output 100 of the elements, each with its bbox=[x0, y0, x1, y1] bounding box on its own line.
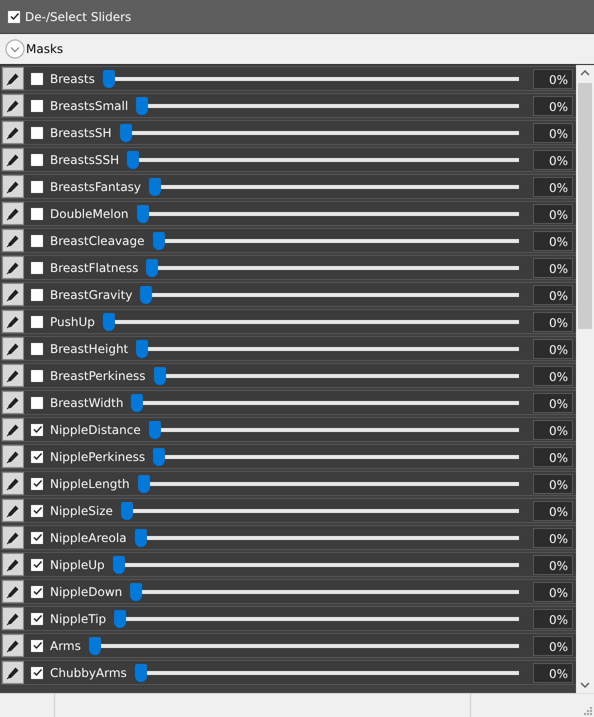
slider-track[interactable] bbox=[102, 68, 519, 88]
checkbox[interactable] bbox=[31, 532, 43, 544]
slider-track[interactable] bbox=[140, 284, 519, 304]
checkbox[interactable] bbox=[31, 558, 43, 570]
value-field[interactable]: 0% bbox=[533, 392, 573, 412]
slider-thumb[interactable] bbox=[127, 150, 140, 168]
checkbox[interactable] bbox=[31, 370, 43, 382]
slider-thumb[interactable] bbox=[140, 286, 152, 304]
scroll-thumb[interactable] bbox=[578, 83, 592, 329]
slider-track[interactable] bbox=[130, 582, 519, 602]
slider-track[interactable] bbox=[154, 366, 519, 386]
slider-track[interactable] bbox=[136, 204, 519, 224]
edit-button[interactable] bbox=[2, 499, 24, 522]
chevron-icon[interactable] bbox=[5, 39, 25, 59]
edit-button[interactable] bbox=[2, 472, 24, 495]
value-field[interactable]: 0% bbox=[533, 122, 573, 142]
edit-button[interactable] bbox=[2, 310, 24, 333]
edit-button[interactable] bbox=[2, 661, 24, 684]
slider-thumb[interactable] bbox=[120, 502, 133, 520]
edit-button[interactable] bbox=[2, 148, 24, 171]
slider-thumb[interactable] bbox=[154, 366, 166, 384]
value-field[interactable]: 0% bbox=[533, 204, 573, 224]
resize-grip-icon[interactable] bbox=[584, 707, 592, 715]
value-field[interactable]: 0% bbox=[533, 582, 573, 602]
value-field[interactable]: 0% bbox=[533, 230, 573, 250]
edit-button[interactable] bbox=[2, 445, 24, 468]
slider-track[interactable] bbox=[88, 636, 519, 656]
slider-track[interactable] bbox=[149, 176, 519, 196]
edit-button[interactable] bbox=[2, 607, 24, 630]
scrollbar[interactable] bbox=[576, 65, 594, 693]
edit-button[interactable] bbox=[2, 634, 24, 657]
value-field[interactable]: 0% bbox=[533, 662, 573, 682]
checkbox[interactable] bbox=[31, 100, 43, 112]
slider-thumb[interactable] bbox=[148, 420, 161, 438]
slider-thumb[interactable] bbox=[149, 178, 162, 196]
checkbox[interactable] bbox=[31, 450, 43, 462]
slider-track[interactable] bbox=[112, 554, 519, 574]
checkbox[interactable] bbox=[31, 424, 43, 436]
checkbox[interactable] bbox=[31, 666, 43, 678]
edit-button[interactable] bbox=[2, 337, 24, 360]
edit-button[interactable] bbox=[2, 580, 24, 603]
value-field[interactable]: 0% bbox=[533, 420, 573, 440]
slider-track[interactable] bbox=[102, 312, 519, 332]
slider-thumb[interactable] bbox=[131, 394, 144, 412]
value-field[interactable]: 0% bbox=[533, 446, 573, 466]
slider-thumb[interactable] bbox=[112, 556, 125, 574]
edit-button[interactable] bbox=[2, 202, 24, 225]
value-field[interactable]: 0% bbox=[533, 176, 573, 196]
slider-track[interactable] bbox=[114, 608, 519, 628]
edit-button[interactable] bbox=[2, 94, 24, 117]
slider-track[interactable] bbox=[131, 392, 519, 412]
edit-button[interactable] bbox=[2, 364, 24, 387]
slider-track[interactable] bbox=[148, 420, 519, 440]
value-field[interactable]: 0% bbox=[533, 258, 573, 278]
slider-track[interactable] bbox=[153, 446, 519, 466]
checkbox[interactable] bbox=[31, 72, 43, 84]
slider-thumb[interactable] bbox=[102, 70, 115, 88]
checkbox[interactable] bbox=[31, 342, 43, 354]
value-field[interactable]: 0% bbox=[533, 284, 573, 304]
value-field[interactable]: 0% bbox=[533, 554, 573, 574]
checkbox[interactable] bbox=[31, 262, 43, 274]
edit-button[interactable] bbox=[2, 229, 24, 252]
slider-thumb[interactable] bbox=[134, 528, 147, 546]
checkbox[interactable] bbox=[31, 234, 43, 246]
checkbox[interactable] bbox=[31, 126, 43, 138]
value-field[interactable]: 0% bbox=[533, 636, 573, 656]
slider-thumb[interactable] bbox=[120, 124, 132, 142]
slider-thumb[interactable] bbox=[153, 448, 166, 466]
value-field[interactable]: 0% bbox=[533, 500, 573, 520]
slider-track[interactable] bbox=[136, 338, 519, 358]
slider-thumb[interactable] bbox=[114, 610, 126, 628]
checkbox[interactable] bbox=[31, 154, 43, 166]
slider-track[interactable] bbox=[120, 122, 519, 142]
edit-button[interactable] bbox=[2, 526, 24, 549]
slider-track[interactable] bbox=[127, 150, 519, 170]
value-field[interactable]: 0% bbox=[533, 312, 573, 332]
slider-thumb[interactable] bbox=[138, 474, 150, 492]
checkbox[interactable] bbox=[31, 208, 43, 220]
checkbox[interactable] bbox=[31, 640, 43, 652]
edit-button[interactable] bbox=[2, 256, 24, 279]
value-field[interactable]: 0% bbox=[533, 96, 573, 116]
checkbox[interactable] bbox=[31, 504, 43, 516]
checkbox[interactable] bbox=[31, 180, 43, 192]
edit-button[interactable] bbox=[2, 283, 24, 306]
slider-thumb[interactable] bbox=[146, 258, 158, 276]
slider-track[interactable] bbox=[138, 474, 519, 494]
checkbox[interactable] bbox=[8, 10, 20, 22]
slider-thumb[interactable] bbox=[88, 636, 101, 654]
edit-button[interactable] bbox=[2, 175, 24, 198]
slider-thumb[interactable] bbox=[152, 232, 164, 250]
checkbox[interactable] bbox=[31, 316, 43, 328]
value-field[interactable]: 0% bbox=[533, 474, 573, 494]
edit-button[interactable] bbox=[2, 67, 24, 90]
slider-track[interactable] bbox=[136, 96, 519, 116]
checkbox[interactable] bbox=[31, 586, 43, 598]
value-field[interactable]: 0% bbox=[533, 338, 573, 358]
slider-thumb[interactable] bbox=[136, 96, 148, 114]
slider-track[interactable] bbox=[134, 528, 519, 548]
checkbox[interactable] bbox=[31, 288, 43, 300]
slider-track[interactable] bbox=[146, 258, 519, 278]
